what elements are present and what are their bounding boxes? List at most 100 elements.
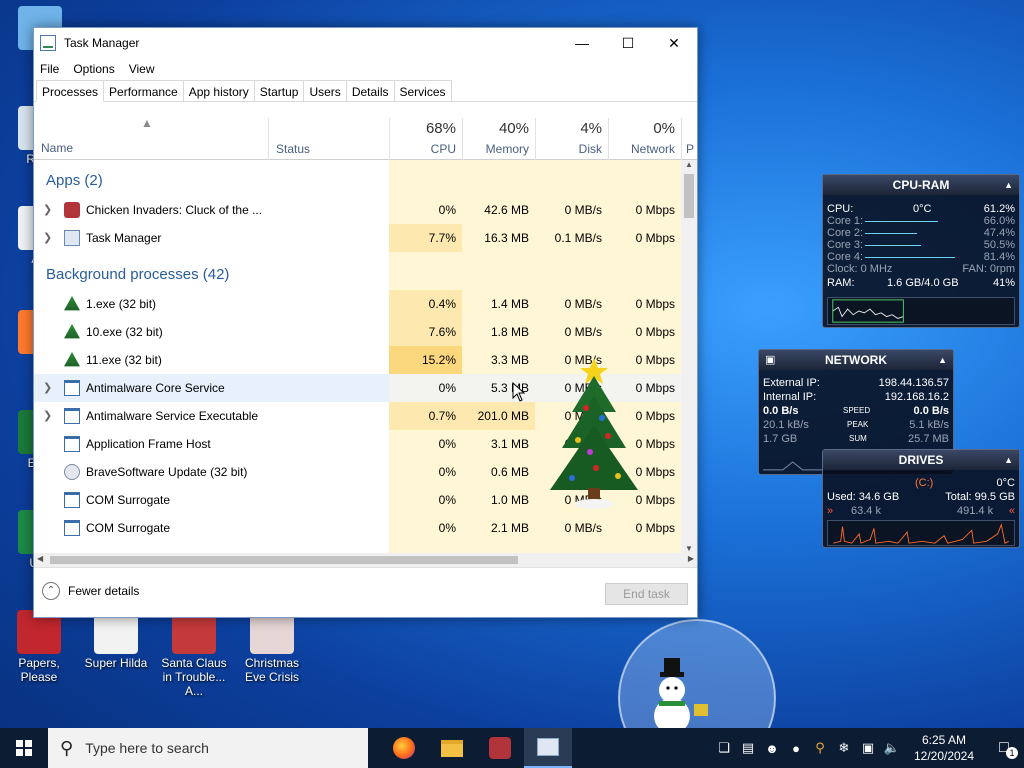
collapse-icon[interactable]: ▲ — [1004, 450, 1013, 470]
process-row[interactable]: 1.exe (32 bit) 0.4% 1.4 MB 0 MB/s 0 Mbps — [34, 290, 681, 318]
taskbar-chicken-invaders[interactable] — [476, 728, 524, 768]
tab-services[interactable]: Services — [393, 80, 452, 101]
header-power[interactable]: P — [681, 118, 697, 160]
horizontal-scrollbar[interactable]: ◀ ▶ — [34, 553, 697, 567]
tab-details[interactable]: Details — [345, 80, 395, 101]
search-box[interactable]: ⚲ Type here to search — [48, 728, 368, 768]
mem-cell: 2.1 MB — [462, 514, 535, 542]
header-status-col[interactable]: Status — [268, 118, 389, 160]
cpu-value: 61.2% — [983, 203, 1015, 215]
scroll-down-icon[interactable]: ▼ — [685, 544, 693, 553]
drop-icon[interactable]: ● — [784, 741, 808, 756]
cpu-cell: 0% — [389, 486, 462, 514]
scroll-right-icon[interactable]: ▶ — [688, 554, 694, 563]
tab-app-history[interactable]: App history — [182, 80, 255, 101]
menu-file[interactable]: File — [40, 62, 59, 76]
end-task-button[interactable]: End task — [605, 583, 688, 605]
collapse-icon[interactable]: ▲ — [1004, 175, 1013, 195]
title-bar[interactable]: Task Manager — ☐ ✕ — [34, 28, 697, 58]
sum-label: SUM — [849, 434, 867, 443]
header-status: Status — [276, 142, 311, 156]
disk-cell: 0.1 MB/s — [535, 224, 608, 252]
drive-read: 63.4 k — [851, 505, 881, 517]
horizontal-scroll-thumb[interactable] — [50, 556, 518, 564]
search-placeholder: Type here to search — [85, 740, 209, 756]
net-cell: 0 Mbps — [608, 318, 681, 346]
start-button[interactable] — [0, 728, 48, 768]
header-network[interactable]: 0% Network — [608, 118, 681, 160]
snowflake-icon[interactable]: ❄ — [832, 740, 856, 756]
net-cell: 0 Mbps — [608, 224, 681, 252]
disk-cell: 0 MB/s — [535, 318, 608, 346]
expand-chevron-icon[interactable]: ❯ — [43, 409, 52, 422]
core-usage-bar — [865, 257, 955, 258]
peak-down: 20.1 kB/s — [763, 419, 809, 431]
sort-up-icon[interactable]: ▲ — [141, 118, 153, 130]
menu-view[interactable]: View — [129, 62, 155, 76]
collapse-icon[interactable]: ▲ — [938, 350, 947, 370]
network-label: Network — [630, 142, 675, 156]
taskbar-firefox[interactable] — [380, 728, 428, 768]
close-button[interactable]: ✕ — [651, 28, 697, 58]
tab-processes[interactable]: Processes — [36, 80, 105, 102]
desktop-icon[interactable]: Papers, Please — [1, 610, 77, 684]
clock[interactable]: 6:25 AM 12/20/2024 — [904, 732, 984, 764]
key-icon[interactable]: ⚲ — [808, 740, 832, 756]
task-manager-icon — [40, 35, 56, 51]
minimize-button[interactable]: — — [559, 28, 605, 58]
process-row[interactable]: ❯ Task Manager 7.7% 16.3 MB 0.1 MB/s 0 Mbps — [34, 224, 681, 252]
process-name: Antimalware Service Executable — [86, 409, 259, 423]
people-icon[interactable]: ☻ — [760, 741, 784, 756]
tray-app-icon[interactable]: ▤ — [736, 740, 760, 756]
drive-write: 491.4 k — [957, 505, 994, 517]
desktop-icon[interactable]: Super Hilda — [78, 610, 154, 670]
net-cell: 0 Mbps — [608, 196, 681, 224]
cpu-cell: 7.6% — [389, 318, 462, 346]
task-view-icon[interactable]: ❏ — [712, 740, 736, 756]
tab-performance[interactable]: Performance — [103, 80, 184, 101]
process-row[interactable]: 10.exe (32 bit) 7.6% 1.8 MB 0 MB/s 0 Mbps — [34, 318, 681, 346]
core-label: Core 1: — [827, 215, 864, 227]
disk-cell: 0 MB/s — [535, 196, 608, 224]
expand-chevron-icon[interactable]: ❯ — [43, 203, 52, 216]
footer: ⌃ Fewer details End task — [34, 567, 697, 617]
process-row[interactable]: COM Surrogate 0% 2.1 MB 0 MB/s 0 Mbps — [34, 514, 681, 542]
taskbar-task-manager[interactable] — [524, 728, 572, 768]
vertical-scroll-thumb[interactable] — [684, 174, 694, 218]
header-disk[interactable]: 4% Disk — [535, 118, 608, 160]
core-value: 66.0% — [983, 215, 1015, 227]
process-name: Chicken Invaders: Cluck of the ... — [86, 203, 263, 217]
menu-options[interactable]: Options — [73, 62, 114, 76]
fewer-details-button[interactable]: ⌃ Fewer details — [42, 582, 139, 600]
scroll-up-icon[interactable]: ▲ — [685, 160, 693, 169]
header-memory[interactable]: 40% Memory — [462, 118, 535, 160]
scroll-left-icon[interactable]: ◀ — [37, 554, 43, 563]
system-tray: ❏ ▤ ☻ ● ⚲ ❄ ▣ 🔈 6:25 AM 12/20/2024 □ 1 — [712, 728, 1024, 768]
expand-chevron-icon[interactable]: ❯ — [43, 231, 52, 244]
volume-muted-icon[interactable]: 🔈 — [880, 740, 904, 756]
notifications-button[interactable]: □ 1 — [984, 739, 1024, 759]
expand-chevron-icon[interactable]: ❯ — [43, 381, 52, 394]
maximize-button[interactable]: ☐ — [605, 28, 651, 58]
process-row[interactable]: ❯ Chicken Invaders: Cluck of the ... 0% 42.… — [34, 196, 681, 224]
chicken-invaders-icon — [64, 202, 80, 218]
column-header: ▲ Name Status 68% CPU 40% Memory 4% Disk… — [34, 118, 697, 160]
desktop-icon[interactable]: Christmas Eve Crisis — [234, 610, 310, 684]
core-label: Core 4: — [827, 251, 864, 263]
net-cell: 0 Mbps — [608, 290, 681, 318]
menu-bar: File Options View — [34, 58, 697, 80]
taskbar-file-explorer[interactable] — [428, 728, 476, 768]
core-label: Core 2: — [827, 227, 864, 239]
header-name[interactable]: Name — [41, 141, 73, 155]
vertical-scrollbar[interactable]: ▲ ▼ — [681, 160, 697, 553]
header-cpu[interactable]: 68% CPU — [389, 118, 462, 160]
desktop-icon[interactable]: Santa Claus in Trouble... A... — [156, 610, 232, 698]
network-tray-icon[interactable]: ▣ — [856, 740, 880, 756]
disk-cell: 0 MB/s — [535, 290, 608, 318]
folder-icon — [441, 739, 463, 757]
tab-users[interactable]: Users — [303, 80, 347, 101]
service-window-icon — [64, 492, 80, 508]
core-usage-bar — [865, 221, 938, 222]
tab-startup[interactable]: Startup — [253, 80, 305, 101]
clock-speed: Clock: 0 MHz — [827, 263, 893, 275]
